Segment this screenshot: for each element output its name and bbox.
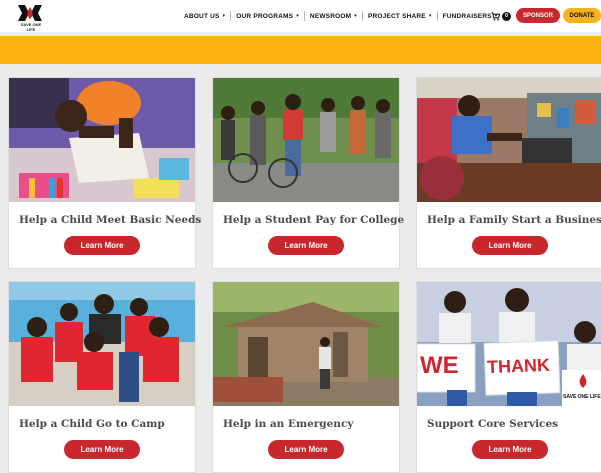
learn-more-button[interactable]: Learn More bbox=[472, 236, 548, 255]
card-title: Help in an Emergency bbox=[223, 418, 354, 430]
child-drawing-photo[interactable] bbox=[9, 78, 195, 202]
program-card: Help in an Emergency Learn More bbox=[212, 281, 400, 473]
learn-more-button[interactable]: Learn More bbox=[64, 440, 140, 459]
program-card: Help a Child Go to Camp Learn More bbox=[8, 281, 196, 473]
card-title: Help a Student Pay for College bbox=[223, 214, 405, 226]
sign-thank: THANK bbox=[486, 354, 551, 378]
nav-project-share[interactable]: PROJECT SHARE ▾ bbox=[368, 13, 432, 20]
nav-label: OUR PROGRAMS bbox=[236, 12, 294, 20]
sign-we: WE bbox=[420, 352, 459, 379]
nav-divider bbox=[303, 11, 305, 21]
nav-divider bbox=[361, 11, 363, 21]
program-card: WE THANK SAVE ONE LIFE Support Core Serv… bbox=[416, 281, 601, 473]
students-group-photo[interactable] bbox=[213, 78, 399, 202]
chevron-down-icon: ▾ bbox=[354, 13, 357, 19]
learn-more-button[interactable]: Learn More bbox=[268, 440, 344, 459]
chevron-down-icon: ▾ bbox=[296, 13, 299, 19]
repair-shop-photo[interactable] bbox=[417, 78, 601, 202]
nav-newsroom[interactable]: NEWSROOM ▾ bbox=[310, 13, 357, 20]
cart-icon bbox=[491, 11, 500, 21]
kids-at-pool-photo[interactable] bbox=[9, 282, 195, 406]
chevron-down-icon: ▾ bbox=[428, 13, 432, 19]
nav-label: NEWSROOM bbox=[309, 12, 352, 20]
cart-button[interactable]: 0 bbox=[491, 10, 511, 22]
nav-label: ABOUT US bbox=[184, 12, 220, 20]
program-card: Help a Student Pay for College Learn Mor… bbox=[212, 77, 405, 269]
nav-our-programs[interactable]: OUR PROGRAMS ▾ bbox=[236, 13, 299, 20]
nav-divider bbox=[230, 11, 232, 21]
logo-text: SAVE ONE LIFE bbox=[20, 22, 42, 32]
nav-divider bbox=[436, 11, 438, 21]
card-title: Help a Child Meet Basic Needs bbox=[19, 214, 202, 226]
learn-more-button[interactable]: Learn More bbox=[268, 236, 344, 255]
site-header: SAVE ONE LIFE ABOUT US ▾ OUR PROGRAMS ▾ … bbox=[0, 0, 601, 32]
nav-about-us[interactable]: ABOUT US ▾ bbox=[184, 13, 225, 20]
card-title: Support Core Services bbox=[427, 418, 559, 430]
sign-save-one-life: SAVE ONE LIFE bbox=[563, 394, 601, 400]
nav-fundraisers[interactable]: FUNDRAISERS ▾ bbox=[443, 13, 498, 20]
program-card: Help a Family Start a Business Learn Mor… bbox=[416, 77, 601, 269]
yellow-banner bbox=[0, 36, 601, 64]
main-nav: ABOUT US ▾ OUR PROGRAMS ▾ NEWSROOM ▾ PRO… bbox=[184, 0, 497, 32]
nav-label: FUNDRAISERS bbox=[442, 12, 492, 20]
program-card: Help a Child Meet Basic Needs Learn More bbox=[8, 77, 202, 269]
nav-label: PROJECT SHARE bbox=[367, 12, 426, 20]
damaged-house-photo[interactable] bbox=[213, 282, 399, 406]
cart-count-badge: 0 bbox=[502, 11, 511, 21]
learn-more-button[interactable]: Learn More bbox=[64, 236, 140, 255]
sponsor-button[interactable]: SPONSOR bbox=[516, 8, 560, 23]
we-thank-sign-photo[interactable]: WE THANK SAVE ONE LIFE bbox=[417, 282, 601, 406]
card-title: Help a Family Start a Business bbox=[427, 214, 601, 226]
chevron-down-icon: ▾ bbox=[222, 13, 226, 19]
card-title: Help a Child Go to Camp bbox=[19, 418, 165, 430]
learn-more-button[interactable]: Learn More bbox=[472, 440, 548, 459]
donate-button[interactable]: DONATE bbox=[563, 8, 601, 23]
